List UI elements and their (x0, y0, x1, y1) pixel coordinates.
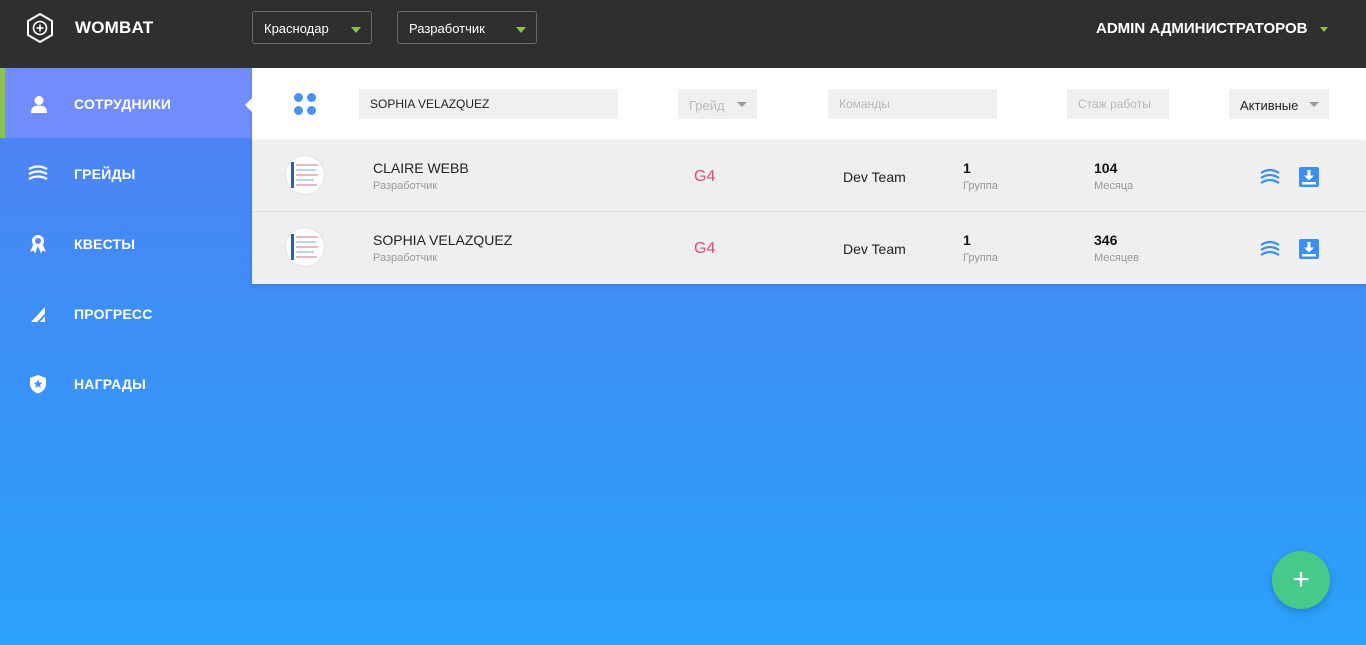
wombat-logo-icon[interactable] (26, 13, 54, 43)
user-menu[interactable]: ADMIN АДМИНИСТРАТОРОВ (1096, 20, 1328, 37)
download-icon[interactable] (1298, 166, 1320, 188)
main-content: Грейд Активные CLAIRE WEBB Разраб (252, 68, 1366, 632)
sidebar-item-grades[interactable]: ГРЕЙДЫ (0, 138, 252, 208)
employee-group-value: 1 (963, 232, 971, 248)
chevron-down-icon (351, 27, 361, 33)
employee-team: Dev Team (843, 241, 906, 257)
sidebar-item-label: НАГРАДЫ (74, 376, 146, 392)
download-icon[interactable] (1298, 238, 1320, 260)
employee-name[interactable]: CLAIRE WEBB (373, 160, 469, 176)
grade-filter-select[interactable]: Грейд (678, 89, 757, 119)
city-select[interactable]: Краснодар (252, 11, 372, 44)
employee-group-label: Группа (963, 180, 998, 192)
employee-name[interactable]: SOPHIA VELAZQUEZ (373, 232, 512, 248)
sidebar-item-rewards[interactable]: НАГРАДЫ (0, 348, 252, 418)
employee-experience-value: 104 (1094, 160, 1118, 176)
employee-team: Dev Team (843, 169, 906, 185)
employee-experience-value: 346 (1094, 232, 1118, 248)
user-icon (31, 96, 47, 113)
chevron-down-icon (1319, 26, 1328, 32)
role-select-value: Разработчик (409, 21, 485, 36)
employee-group-label: Группа (963, 252, 998, 264)
employee-group-value: 1 (963, 160, 971, 176)
avatar[interactable] (286, 156, 324, 194)
employee-experience-label: Месяцев (1094, 252, 1139, 264)
city-select-value: Краснодар (264, 21, 329, 36)
add-employee-button[interactable]: + (1272, 551, 1330, 609)
employee-role: Разработчик (373, 180, 438, 192)
status-filter-select[interactable]: Активные (1229, 89, 1329, 119)
award-icon (30, 235, 46, 254)
brand-name: WOMBAT (75, 18, 154, 37)
employee-grade: G4 (694, 240, 716, 257)
employee-list: CLAIRE WEBB Разработчик G4 Dev Team 1 Гр… (252, 140, 1366, 284)
status-filter-value: Активные (1240, 98, 1299, 113)
user-name: ADMIN АДМИНИСТРАТОРОВ (1096, 20, 1308, 37)
table-row[interactable]: SOPHIA VELAZQUEZ Разработчик G4 Dev Team… (252, 212, 1366, 284)
layers-icon[interactable] (1259, 238, 1281, 260)
sidebar-item-quests[interactable]: КВЕСТЫ (0, 208, 252, 278)
sidebar-item-progress[interactable]: ПРОГРЕСС (0, 278, 252, 348)
employee-experience-label: Месяца (1094, 180, 1134, 192)
avatar[interactable] (286, 228, 324, 266)
layers-icon (28, 165, 48, 180)
table-row[interactable]: CLAIRE WEBB Разработчик G4 Dev Team 1 Гр… (252, 140, 1366, 212)
sidebar: СОТРУДНИКИ ГРЕЙДЫ КВЕСТЫ ПРОГРЕСС НАГРАД… (0, 68, 252, 645)
sidebar-item-label: ПРОГРЕСС (74, 306, 153, 322)
role-select[interactable]: Разработчик (397, 11, 537, 44)
grid-view-icon[interactable] (294, 93, 316, 115)
employee-grade: G4 (694, 168, 716, 185)
layers-icon[interactable] (1259, 166, 1281, 188)
shield-star-icon (30, 375, 46, 394)
sidebar-item-label: ГРЕЙДЫ (74, 166, 136, 182)
search-input[interactable] (359, 89, 618, 119)
chevron-down-icon (1309, 102, 1319, 107)
document-avatar-icon (291, 162, 318, 188)
document-avatar-icon (291, 234, 318, 260)
sidebar-item-label: КВЕСТЫ (74, 236, 136, 252)
employee-role: Разработчик (373, 252, 438, 264)
teams-filter-input[interactable] (828, 89, 997, 119)
sidebar-item-employees[interactable]: СОТРУДНИКИ (0, 68, 252, 138)
experience-filter-input[interactable] (1067, 89, 1169, 119)
chevron-down-icon (737, 102, 747, 107)
filter-bar: Грейд Активные (252, 68, 1366, 140)
sidebar-item-label: СОТРУДНИКИ (74, 96, 172, 112)
chevron-down-icon (516, 27, 526, 33)
top-bar: WOMBAT Краснодар Разработчик ADMIN АДМИН… (0, 0, 1366, 68)
grade-filter-placeholder: Грейд (689, 98, 725, 113)
signal-icon (31, 307, 45, 322)
